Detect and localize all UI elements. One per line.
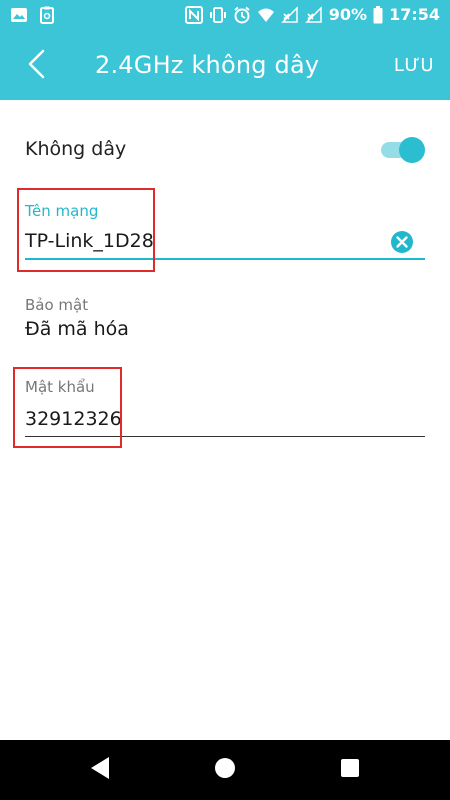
navigation-bar [0, 740, 450, 800]
circle-home-icon [214, 757, 236, 783]
clock: 17:54 [389, 5, 440, 24]
app-bar: 2.4GHz không dây LƯU [0, 32, 450, 100]
wifi-icon [257, 6, 275, 24]
status-right: 90% 17:54 [184, 5, 440, 24]
screen: 90% 17:54 2.4GHz không dây LƯU Không dây… [0, 0, 450, 800]
wireless-label: Không dây [25, 138, 127, 160]
square-recents-icon [340, 758, 360, 782]
security-label: Bảo mật [25, 296, 89, 314]
nfc-icon [184, 5, 203, 24]
toggle-thumb [399, 137, 425, 163]
security-value: Đã mã hóa [25, 318, 129, 340]
nav-back-button[interactable] [85, 755, 115, 785]
image-icon [10, 6, 28, 24]
battery-percent: 90% [328, 5, 368, 24]
status-left [10, 6, 56, 24]
back-button[interactable] [18, 48, 54, 84]
signal-icon [280, 5, 299, 24]
password-highlight-box [13, 367, 122, 448]
nav-recents-button[interactable] [335, 755, 365, 785]
chevron-left-icon [27, 49, 45, 83]
nav-home-button[interactable] [210, 755, 240, 785]
wireless-row: Không dây [25, 136, 425, 166]
battery-icon [373, 5, 383, 24]
clear-icon[interactable] [391, 231, 413, 253]
alarm-icon [233, 6, 251, 24]
status-bar: 90% 17:54 [0, 0, 450, 32]
page-title: 2.4GHz không dây [95, 51, 320, 79]
signal-icon [304, 5, 323, 24]
triangle-back-icon [89, 756, 111, 784]
wireless-toggle[interactable] [377, 136, 425, 164]
vibrate-icon [209, 6, 227, 24]
network-name-highlight-box [17, 188, 155, 272]
save-button[interactable]: LƯU [394, 55, 434, 76]
clipboard-icon [38, 6, 56, 24]
